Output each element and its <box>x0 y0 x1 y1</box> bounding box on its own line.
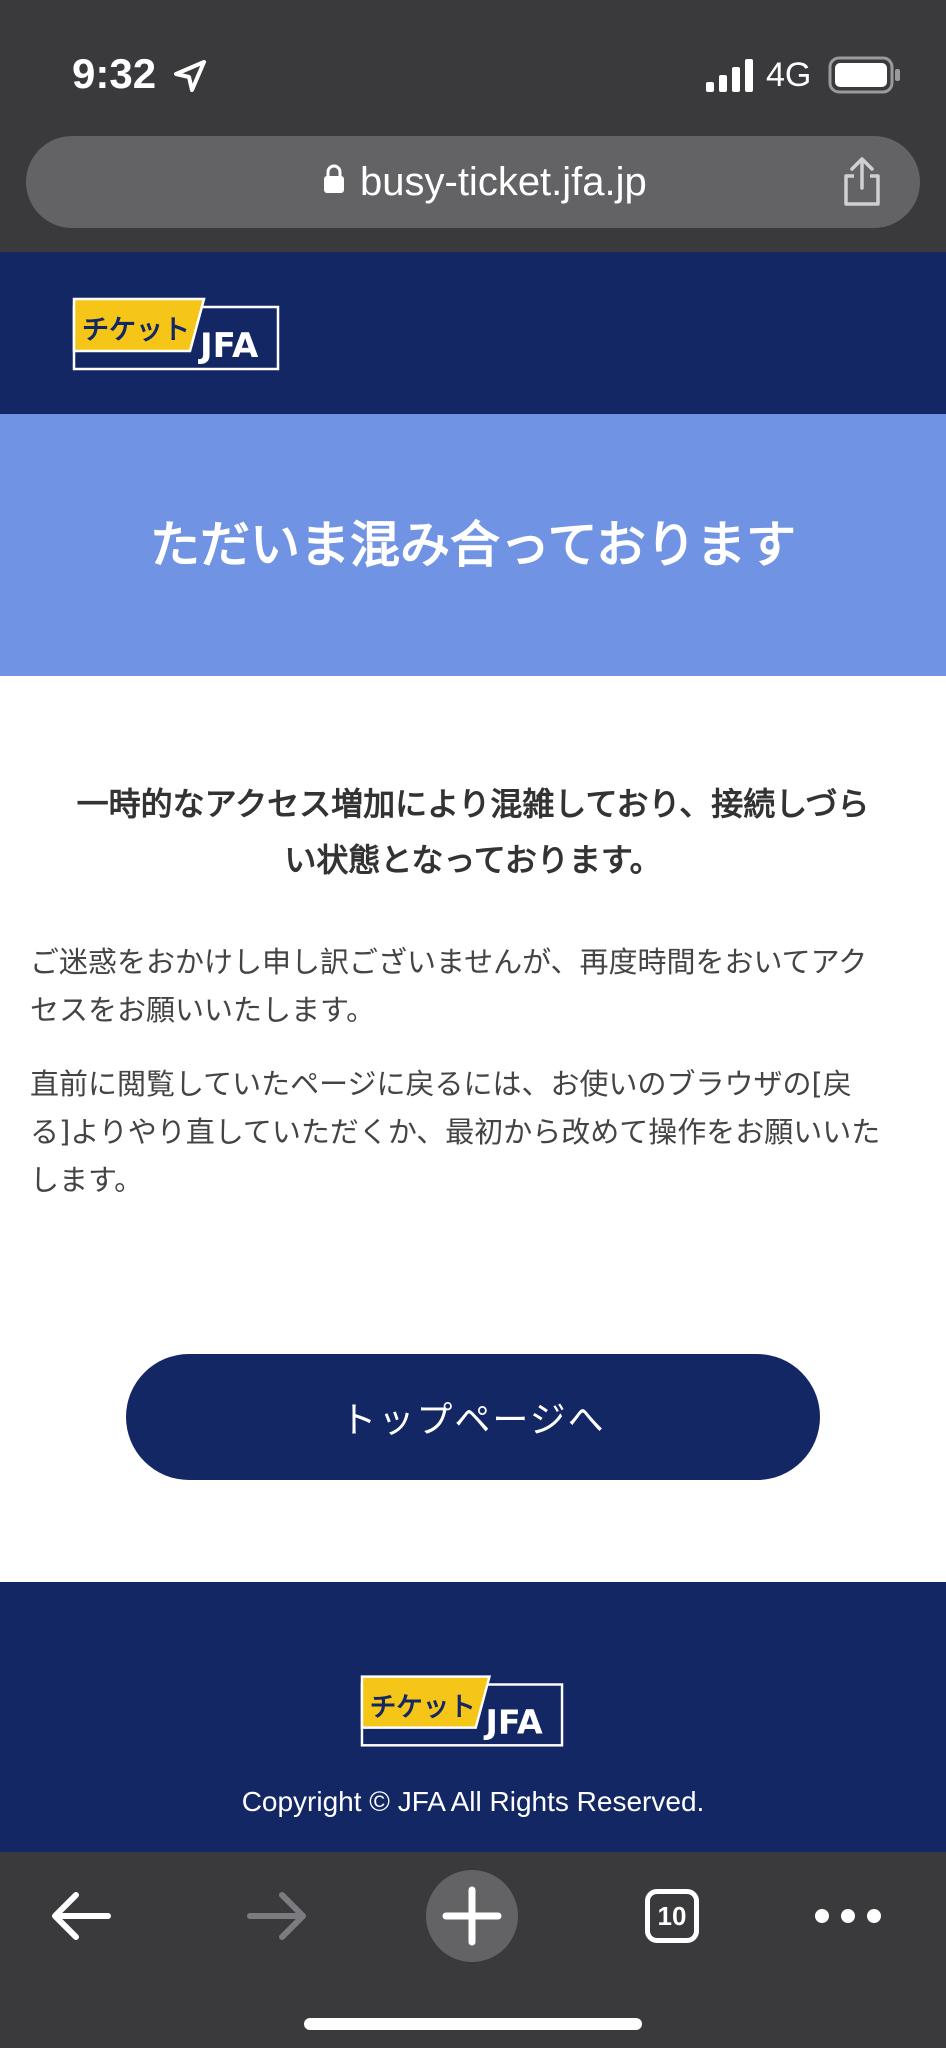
ticket-jfa-logo[interactable]: チケット JFA <box>72 295 280 371</box>
forward-arrow-icon <box>247 1892 306 1940</box>
instructions-line-2: る]よりやり直していただくか、最初から改めて操作をお願いいた <box>30 1115 881 1149</box>
ticket-jfa-logo-graphic: チケット JFA <box>72 297 280 371</box>
home-indicator[interactable] <box>304 2018 642 2030</box>
cellular-signal-icon <box>706 59 753 92</box>
url-text: busy-ticket.jfa.jp <box>360 160 647 204</box>
forward-button[interactable] <box>238 1878 314 1954</box>
plus-icon <box>442 1886 502 1946</box>
apology-line-2: セスをお願いいたします。 <box>30 993 376 1027</box>
copyright-text: Copyright © JFA All Rights Reserved. <box>241 1786 705 1817</box>
logo-text-ja: チケット <box>82 315 190 346</box>
apology-paragraph: ご迷惑をおかけし申し訳ございませんが、再度時間をおいてアク セスをお願いいたしま… <box>30 938 916 1034</box>
footer-logo-graphic: チケット JFA <box>360 1675 564 1747</box>
lead-line-2: い状態となっております。 <box>284 841 662 879</box>
footer-logo-text-en: JFA <box>484 1703 543 1742</box>
back-button[interactable] <box>44 1878 120 1954</box>
lead-line-1: 一時的なアクセス増加により混雑しており、接続しづら <box>76 785 870 823</box>
apology-line-1: ご迷惑をおかけし申し訳ございませんが、再度時間をおいてアク <box>30 945 868 979</box>
more-menu-button[interactable] <box>808 1878 888 1954</box>
site-header: チケット JFA <box>0 252 946 414</box>
hero-banner: ただいま混み合っております <box>0 414 946 676</box>
logo-text-en: JFA <box>198 326 259 366</box>
instructions-line-1: 直前に閲覧していたページに戻るには、お使いのブラウザの[戻 <box>30 1067 852 1101</box>
top-page-button[interactable]: トップページへ <box>126 1354 820 1480</box>
share-icon[interactable] <box>838 156 886 208</box>
battery-icon <box>828 56 900 94</box>
address-bar[interactable]: busy-ticket.jfa.jp <box>26 136 920 228</box>
instructions-paragraph: 直前に閲覧していたページに戻るには、お使いのブラウザの[戻 る]よりやり直してい… <box>30 1060 916 1204</box>
back-arrow-icon <box>52 1892 111 1940</box>
more-dots-icon <box>815 1909 881 1923</box>
browser-bottom-toolbar: 10 <box>0 1852 946 2048</box>
footer-logo-text-ja: チケット <box>370 1692 476 1723</box>
tabs-button[interactable]: 10 <box>634 1878 710 1954</box>
location-arrow-icon <box>174 60 206 92</box>
tab-count: 10 <box>645 1889 699 1943</box>
new-tab-button[interactable] <box>426 1870 518 1962</box>
browser-top-bar: 9:32 4G busy-ticket.jfa.jp <box>0 0 946 252</box>
site-footer: チケット JFA Copyright © JFA All Rights Rese… <box>0 1582 946 1852</box>
lead-message: 一時的なアクセス増加により混雑しており、接続しづら い状態となっております。 <box>30 776 916 888</box>
network-type: 4G <box>766 56 812 94</box>
lock-icon <box>324 164 344 193</box>
status-time: 9:32 <box>72 50 157 97</box>
instructions-line-3: します。 <box>30 1163 144 1197</box>
page-title: ただいま混み合っております <box>150 516 796 574</box>
footer-ticket-jfa-logo[interactable]: チケット JFA <box>360 1672 564 1748</box>
